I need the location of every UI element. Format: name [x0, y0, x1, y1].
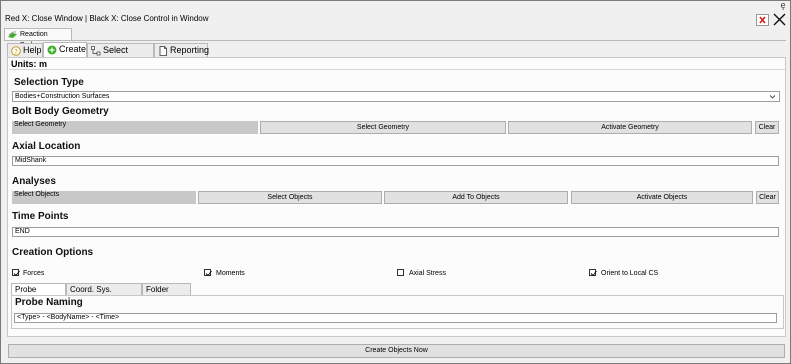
tab-create[interactable]: Create [43, 42, 87, 57]
forces-label: Forces [23, 270, 45, 277]
close-window-button[interactable] [756, 14, 769, 26]
select-geometry-button[interactable]: Select Geometry [260, 121, 506, 134]
add-to-objects-button[interactable]: Add To Objects [384, 191, 568, 204]
orient-to-local-cs-checkbox[interactable] [589, 269, 597, 277]
selection-type-dropdown[interactable]: Bodies+Construction Surfaces [12, 91, 780, 102]
document-icon [159, 46, 167, 56]
clear-geometry-button[interactable]: Clear [755, 121, 779, 134]
tab-help-label: Help [23, 45, 42, 55]
axial-stress-checkbox[interactable] [397, 269, 404, 276]
time-points-heading: Time Points [12, 211, 69, 222]
create-objects-now-button[interactable]: Create Objects Now [8, 344, 785, 358]
check-icon [205, 270, 212, 277]
check-icon [13, 270, 20, 277]
orient-to-local-cs-label: Orient to Local CS [601, 270, 659, 277]
bolt-body-geometry-field: Select Geometry [12, 121, 258, 134]
close-control-button[interactable] [773, 13, 786, 26]
red-close-icon [759, 16, 766, 24]
help-icon: ? [11, 46, 21, 56]
create-icon [47, 45, 57, 55]
creation-options-heading: Creation Options [12, 247, 94, 258]
tab-help[interactable]: ? Help [7, 43, 43, 57]
activate-objects-button[interactable]: Activate Objects [571, 191, 753, 204]
chevron-down-icon [769, 95, 776, 99]
svg-text:?: ? [14, 48, 18, 56]
analyses-heading: Analyses [12, 176, 56, 187]
probe-naming-heading: Probe Naming [15, 297, 83, 308]
reaction-probes-icon [8, 31, 17, 38]
pin-icon[interactable]: ȩ [777, 0, 789, 10]
black-close-icon [773, 13, 786, 26]
tab-reporting-label: Reporting [170, 45, 210, 55]
doc-tab-reaction-probes[interactable]: Reaction Probes [4, 28, 72, 49]
check-icon [590, 270, 597, 277]
probe-naming-input[interactable]: <Type> - <BodyName> - <Time> [14, 313, 777, 323]
moments-checkbox[interactable] [204, 269, 212, 277]
units-label: Units: m [11, 59, 47, 69]
bolt-body-geometry-heading: Bolt Body Geometry [12, 106, 109, 117]
axial-stress-label: Axial Stress [409, 270, 446, 277]
select-objects-icon [91, 46, 101, 56]
window-hint-text: Red X: Close Window | Black X: Close Con… [5, 14, 209, 23]
selection-type-heading: Selection Type [14, 77, 84, 88]
analyses-field: Select Objects [12, 191, 196, 204]
tab-select-objects[interactable]: Select Objects [87, 43, 154, 68]
moments-label: Moments [216, 270, 245, 277]
probe-naming-panel [11, 295, 784, 329]
selection-type-value: Bodies+Construction Surfaces [15, 93, 110, 100]
tab-create-label: Create [59, 44, 87, 54]
activate-geometry-button[interactable]: Activate Geometry [508, 121, 752, 134]
axial-location-heading: Axial Location [12, 141, 81, 152]
time-points-input[interactable]: END [12, 227, 779, 237]
tab-reporting[interactable]: Reporting [154, 43, 210, 57]
forces-checkbox[interactable] [12, 269, 20, 277]
axial-location-input[interactable]: MidShank [12, 156, 779, 166]
doc-tab-divider [4, 40, 786, 41]
clear-objects-button[interactable]: Clear [756, 191, 779, 204]
select-objects-button[interactable]: Select Objects [198, 191, 382, 204]
